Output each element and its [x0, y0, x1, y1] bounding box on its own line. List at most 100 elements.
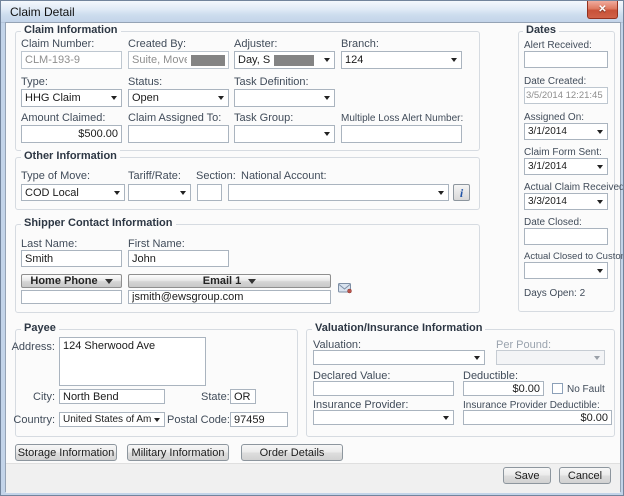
phone-field[interactable] [21, 290, 122, 304]
dropdown-arrow-icon [248, 279, 256, 284]
legend-dates: Dates [523, 24, 559, 36]
save-button[interactable]: Save [503, 467, 551, 484]
national-account-label: National Account: [241, 170, 327, 182]
actual-claim-received-label: Actual Claim Received: [524, 182, 624, 193]
address-field[interactable]: 124 Sherwood Ave [59, 337, 206, 386]
amount-claimed-field[interactable]: $500.00 [21, 125, 122, 143]
state-field[interactable]: OR [230, 389, 256, 404]
section-label: Section: [196, 170, 236, 182]
created-by-label: Created By: [128, 38, 186, 50]
email-field[interactable]: jsmith@ewsgroup.com [128, 290, 331, 304]
military-information-button[interactable]: Military Information [127, 444, 229, 461]
postal-code-field[interactable]: 97459 [230, 412, 288, 427]
declared-value-field[interactable] [313, 381, 454, 396]
task-group-combo[interactable] [234, 125, 335, 143]
type-combo[interactable]: HHG Claim [21, 89, 122, 107]
close-button[interactable]: ✕ [587, 1, 618, 19]
claim-assigned-to-field[interactable] [128, 125, 229, 143]
dropdown-arrow-icon [597, 200, 603, 204]
claim-form-sent-combo[interactable]: 3/1/2014 [524, 158, 608, 175]
insurance-provider-combo[interactable] [313, 410, 454, 425]
branch-label: Branch: [341, 38, 379, 50]
dropdown-arrow-icon [105, 279, 113, 284]
valuation-combo[interactable] [313, 350, 485, 365]
dropdown-arrow-icon [594, 356, 600, 360]
tariff-rate-label: Tariff/Rate: [128, 170, 181, 182]
amount-claimed-label: Amount Claimed: [21, 112, 105, 124]
state-label: State: [201, 391, 230, 403]
type-of-move-label: Type of Move: [21, 170, 90, 182]
redacted-text [191, 55, 225, 66]
address-label: Address: [11, 341, 55, 353]
last-name-label: Last Name: [21, 238, 77, 250]
email1-button[interactable]: Email 1 [128, 274, 331, 288]
actual-claim-received-combo[interactable]: 3/3/2014 [524, 193, 608, 210]
dropdown-arrow-icon [111, 96, 117, 100]
email-icon[interactable] [338, 282, 352, 294]
legend-shipper-contact: Shipper Contact Information [21, 217, 176, 229]
dropdown-arrow-icon [324, 132, 330, 136]
dropdown-arrow-icon [597, 165, 603, 169]
claim-form-sent-label: Claim Form Sent: [524, 147, 602, 158]
date-created-field[interactable]: 3/5/2014 12:21:45 PM [524, 87, 608, 104]
section-field[interactable] [197, 184, 222, 201]
no-fault-label: No Fault [567, 384, 605, 395]
home-phone-button[interactable]: Home Phone [21, 274, 122, 288]
legend-claim-information: Claim Information [21, 24, 121, 36]
multiple-loss-alert-number-field[interactable] [341, 125, 462, 143]
claim-number-label: Claim Number: [21, 38, 94, 50]
type-of-move-combo[interactable]: COD Local [21, 184, 125, 201]
dropdown-arrow-icon [218, 96, 224, 100]
adjuster-combo[interactable]: Day, S [234, 51, 335, 69]
dropdown-arrow-icon [451, 58, 457, 62]
cancel-button[interactable]: Cancel [559, 467, 611, 484]
per-pound-combo[interactable] [496, 350, 605, 365]
redacted-text [274, 55, 314, 66]
order-details-button[interactable]: Order Details [241, 444, 343, 461]
task-definition-label: Task Definition: [234, 76, 309, 88]
created-by-field[interactable]: Suite, Movers [128, 51, 229, 69]
dropdown-arrow-icon [474, 356, 480, 360]
claim-detail-window: Claim Detail ✕ Claim Information Claim N… [0, 0, 624, 496]
city-label: City: [11, 391, 55, 403]
national-account-info-button[interactable]: i [453, 184, 470, 201]
task-group-label: Task Group: [234, 112, 293, 124]
dropdown-arrow-icon [114, 191, 120, 195]
no-fault-checkbox[interactable] [552, 383, 563, 394]
window-title: Claim Detail [10, 5, 75, 19]
country-combo[interactable]: United States of Ameri [59, 412, 165, 427]
close-icon: ✕ [598, 4, 606, 15]
postal-code-label: Postal Code: [167, 414, 230, 426]
alert-received-field[interactable] [524, 51, 608, 68]
type-label: Type: [21, 76, 48, 88]
last-name-field[interactable]: Smith [21, 250, 122, 267]
date-created-label: Date Created: [524, 76, 586, 87]
adjuster-label: Adjuster: [234, 38, 277, 50]
status-label: Status: [128, 76, 162, 88]
deductible-field[interactable]: $0.00 [463, 381, 544, 396]
dropdown-arrow-icon [180, 191, 186, 195]
actual-closed-to-customer-combo[interactable] [524, 262, 608, 279]
insurance-provider-deductible-field[interactable]: $0.00 [463, 410, 612, 425]
claim-number-field[interactable]: CLM-193-9 [21, 51, 122, 69]
city-field[interactable]: North Bend [59, 389, 165, 404]
national-account-combo[interactable] [228, 184, 449, 201]
first-name-field[interactable]: John [128, 250, 229, 267]
info-icon: i [460, 187, 463, 199]
branch-combo[interactable]: 124 [341, 51, 462, 69]
status-combo[interactable]: Open [128, 89, 229, 107]
storage-information-button[interactable]: Storage Information [15, 444, 117, 461]
task-definition-combo[interactable] [234, 89, 335, 107]
assigned-on-label: Assigned On: [524, 112, 584, 123]
date-closed-field[interactable] [524, 228, 608, 245]
actual-closed-to-customer-label: Actual Closed to Customer: [524, 251, 624, 262]
tariff-rate-combo[interactable] [128, 184, 191, 201]
days-open-text: Days Open: 2 [524, 288, 585, 299]
assigned-on-combo[interactable]: 3/1/2014 [524, 123, 608, 140]
dropdown-arrow-icon [597, 130, 603, 134]
legend-valuation-insurance: Valuation/Insurance Information [312, 322, 485, 334]
dropdown-arrow-icon [324, 96, 330, 100]
legend-payee: Payee [21, 322, 59, 334]
dropdown-arrow-icon [443, 416, 449, 420]
title-bar[interactable] [1, 1, 624, 23]
